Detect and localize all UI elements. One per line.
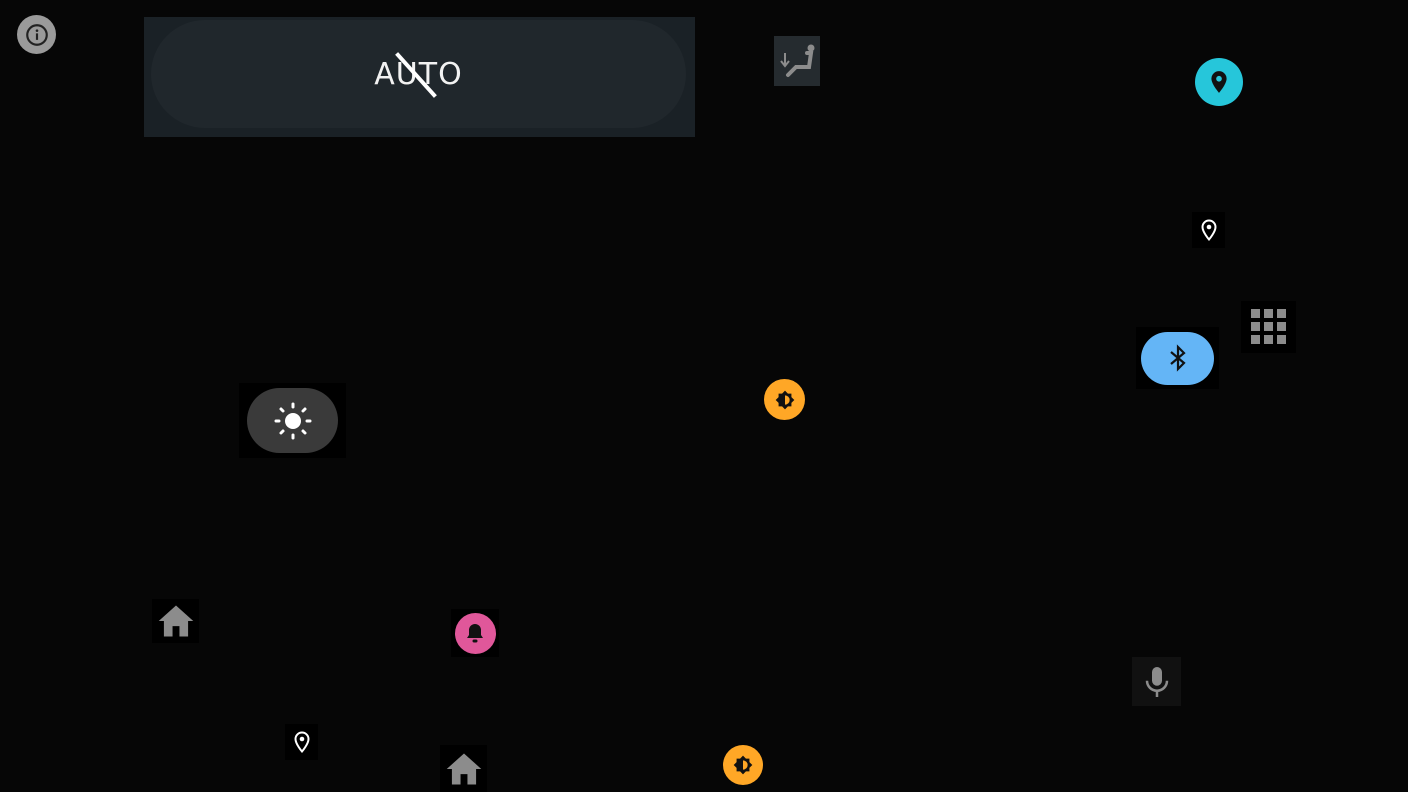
home-icon (158, 605, 193, 637)
info-button[interactable] (17, 15, 56, 54)
auto-brightness-button[interactable] (764, 379, 805, 420)
bluetooth-icon (1169, 344, 1186, 372)
climate-auto-toggle[interactable]: AUTO (151, 20, 686, 128)
brightness-auto-icon (775, 390, 794, 409)
location-pin-outline-icon (1200, 219, 1217, 242)
seat-recline-icon (780, 44, 815, 77)
bluetooth-container (1136, 327, 1219, 389)
seat-recline-button[interactable] (774, 36, 820, 86)
info-icon (25, 23, 48, 46)
sun-icon (274, 402, 311, 439)
climate-auto-panel: AUTO (144, 17, 695, 137)
location-pin-outline-icon (293, 731, 310, 754)
home-button[interactable] (152, 599, 199, 643)
auto-brightness-button-2[interactable] (723, 745, 763, 785)
brightness-auto-icon (733, 755, 753, 775)
bell-icon (467, 624, 483, 643)
brightness-container (239, 383, 346, 458)
location-active-button[interactable] (1195, 58, 1243, 106)
notification-container (451, 609, 499, 657)
home-button-2[interactable] (440, 745, 487, 792)
location-button-2[interactable] (285, 724, 318, 760)
brightness-toggle[interactable] (247, 388, 338, 453)
bluetooth-toggle[interactable] (1141, 331, 1214, 385)
location-button[interactable] (1192, 212, 1225, 248)
microphone-button[interactable] (1132, 657, 1181, 706)
app-grid-icon (1250, 309, 1286, 344)
microphone-icon (1145, 666, 1168, 697)
notification-button[interactable] (454, 612, 496, 654)
app-grid-button[interactable] (1241, 301, 1296, 353)
home-icon (446, 752, 481, 785)
location-pin-icon (1211, 71, 1227, 93)
